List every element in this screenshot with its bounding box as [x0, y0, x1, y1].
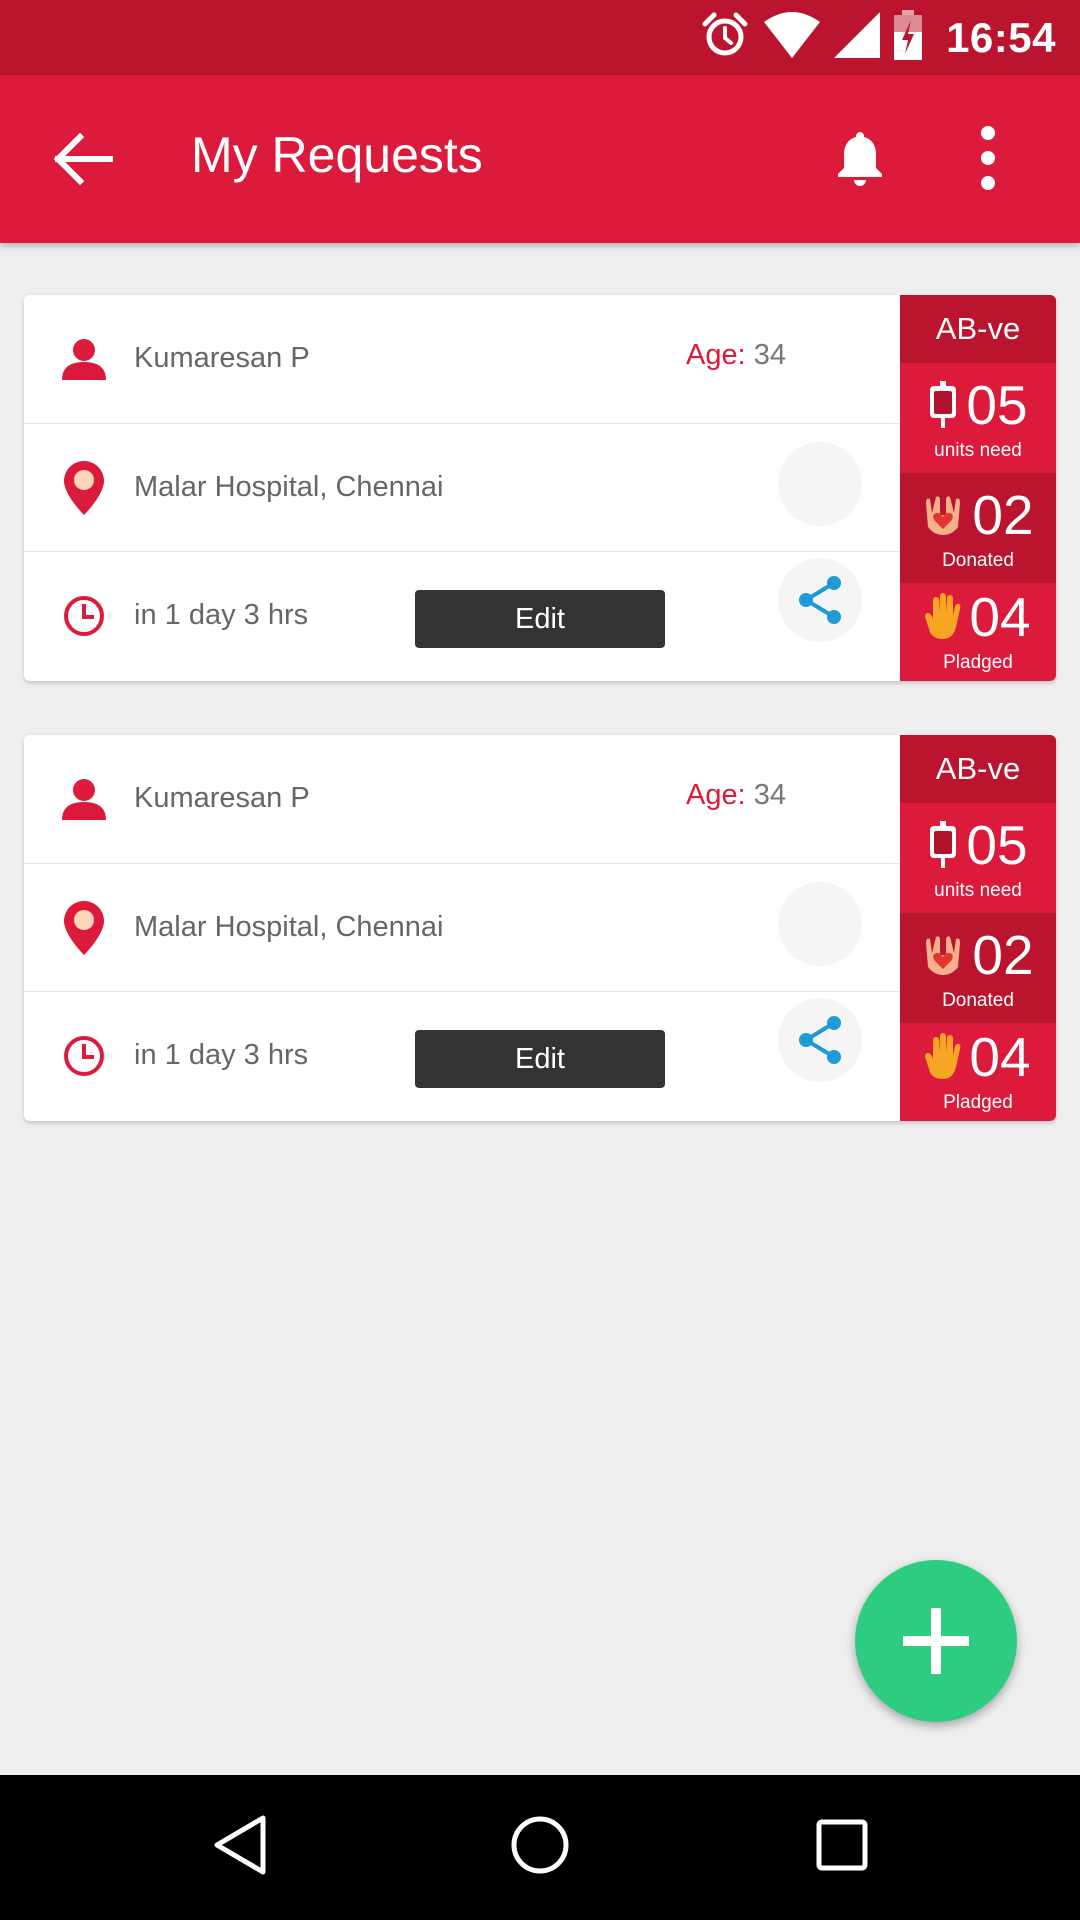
nav-recents-icon: [816, 1819, 868, 1871]
donated-stat: 02 Donated: [900, 913, 1056, 1023]
back-button[interactable]: [40, 119, 124, 199]
location-pin-icon: [58, 461, 110, 515]
edit-button[interactable]: Edit: [415, 590, 665, 648]
avatar-placeholder: [778, 442, 862, 526]
request-card[interactable]: Kumaresan P Age: 34 Malar Hospital, Chen…: [24, 295, 1056, 681]
more-vert-icon: [981, 126, 995, 190]
age-info: Age: 34: [686, 775, 786, 815]
app-bar: My Requests: [0, 75, 1080, 243]
status-bar: 16:54: [0, 0, 1080, 75]
units-need-stat: 05 units need: [900, 363, 1056, 473]
pledged-label: Pladged: [943, 1092, 1013, 1113]
units-need-value: 05: [966, 814, 1028, 876]
share-button[interactable]: [778, 998, 862, 1082]
age-label: Age:: [686, 339, 746, 371]
wifi-icon: [764, 12, 821, 63]
units-need-stat: 05 units need: [900, 803, 1056, 913]
request-card[interactable]: Kumaresan P Age: 34 Malar Hospital, Chen…: [24, 735, 1056, 1121]
notifications-button[interactable]: [820, 115, 900, 201]
battery-charging-icon: [894, 10, 923, 65]
raised-hand-icon: [925, 593, 961, 639]
location-row: Malar Hospital, Chennai: [24, 863, 900, 991]
nav-recents-button[interactable]: [782, 1795, 902, 1895]
share-icon: [799, 576, 841, 624]
hospital-location: Malar Hospital, Chennai: [134, 471, 444, 503]
blood-bag-icon: [930, 821, 957, 868]
age-value: 34: [753, 779, 786, 811]
clock-icon: [58, 590, 110, 642]
pledged-stat: 04 Pladged: [900, 583, 1056, 681]
system-nav-bar: [0, 1775, 1080, 1920]
raised-hand-icon: [925, 1033, 961, 1079]
page-title: My Requests: [191, 127, 483, 183]
donate-hands-icon: [926, 936, 961, 975]
bell-icon: [838, 132, 882, 186]
blood-bag-icon: [930, 381, 957, 428]
alarm-icon: [700, 10, 750, 65]
time-row: in 1 day 3 hrs Edit: [24, 991, 900, 1121]
nav-home-icon: [511, 1816, 569, 1874]
time-remaining: in 1 day 3 hrs: [134, 599, 309, 631]
share-icon: [799, 1016, 841, 1064]
age-info: Age: 34: [686, 335, 786, 375]
person-icon: [58, 333, 110, 385]
location-pin-icon: [58, 901, 110, 955]
donated-value: 02: [972, 924, 1034, 986]
requester-name: Kumaresan P: [134, 782, 310, 814]
time-row: in 1 day 3 hrs Edit: [24, 551, 900, 681]
signal-icon: [834, 12, 881, 63]
nav-home-button[interactable]: [480, 1795, 600, 1895]
back-arrow-icon: [53, 132, 113, 186]
donated-stat: 02 Donated: [900, 473, 1056, 583]
units-need-label: units need: [934, 880, 1022, 901]
status-icons: 16:54: [700, 0, 1056, 75]
requester-row: Kumaresan P Age: 34: [24, 295, 900, 423]
stats-panel: AB-ve 05 units need 02 Donated 04 Pladge…: [900, 295, 1056, 681]
donate-hands-icon: [926, 496, 961, 535]
donated-label: Donated: [942, 550, 1014, 571]
plus-icon: [903, 1608, 969, 1674]
pledged-value: 04: [969, 1026, 1031, 1088]
share-button[interactable]: [778, 558, 862, 642]
location-row: Malar Hospital, Chennai: [24, 423, 900, 551]
status-time: 16:54: [946, 13, 1056, 61]
units-need-value: 05: [966, 374, 1028, 436]
pledged-label: Pladged: [943, 652, 1013, 673]
person-icon: [58, 773, 110, 825]
age-label: Age:: [686, 779, 746, 811]
donated-value: 02: [972, 484, 1034, 546]
clock-icon: [58, 1030, 110, 1082]
edit-button[interactable]: Edit: [415, 1030, 665, 1088]
blood-type-badge: AB-ve: [900, 735, 1056, 803]
requester-name: Kumaresan P: [134, 342, 310, 374]
avatar-placeholder: [778, 882, 862, 966]
pledged-value: 04: [969, 586, 1031, 648]
blood-type-badge: AB-ve: [900, 295, 1056, 363]
requester-row: Kumaresan P Age: 34: [24, 735, 900, 863]
nav-back-button[interactable]: [180, 1795, 300, 1895]
more-options-button[interactable]: [958, 115, 1018, 201]
nav-back-icon: [214, 1815, 266, 1875]
pledged-stat: 04 Pladged: [900, 1023, 1056, 1121]
time-remaining: in 1 day 3 hrs: [134, 1039, 309, 1071]
units-need-label: units need: [934, 440, 1022, 461]
add-request-button[interactable]: [855, 1560, 1017, 1722]
hospital-location: Malar Hospital, Chennai: [134, 911, 444, 943]
stats-panel: AB-ve 05 units need 02 Donated 04 Pladge…: [900, 735, 1056, 1121]
donated-label: Donated: [942, 990, 1014, 1011]
age-value: 34: [753, 339, 786, 371]
